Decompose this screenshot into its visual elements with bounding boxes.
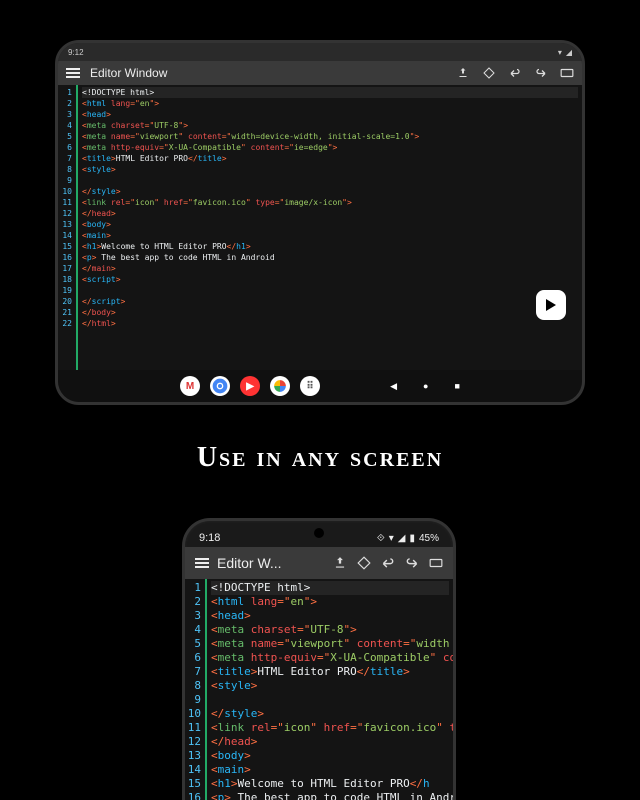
dock-app-youtube[interactable]: ▶ xyxy=(240,376,260,396)
signal-icon: ◢ xyxy=(398,533,406,544)
tablet-editor[interactable]: 1 2 3 4 5 6 7 8 9 10 11 12 13 14 15 16 1… xyxy=(58,85,582,370)
dock-app-drawer[interactable]: ⠿ xyxy=(300,376,320,396)
undo-icon[interactable] xyxy=(508,66,522,80)
overlap-icon[interactable] xyxy=(357,556,371,570)
dock-app-chrome[interactable] xyxy=(210,376,230,396)
tablet-titlebar: Editor Window xyxy=(58,61,582,85)
phone-editor[interactable]: 1 2 3 4 5 6 7 8 9 10 11 12 13 14 15 16 <… xyxy=(185,579,453,800)
phone-clock: 9:18 xyxy=(199,532,220,544)
nav-back-icon[interactable]: ◀ xyxy=(390,381,397,392)
tablet-statusbar: 9:12 ▾ ◢ xyxy=(58,43,582,61)
run-button[interactable] xyxy=(536,290,566,320)
wifi-icon: ▾ xyxy=(558,48,562,57)
menu-icon[interactable] xyxy=(66,68,80,78)
nav-home-icon[interactable]: ● xyxy=(423,381,428,392)
present-icon[interactable] xyxy=(560,66,574,80)
phone-title: Editor W... xyxy=(217,555,282,571)
redo-icon[interactable] xyxy=(534,66,548,80)
phone-titlebar: Editor W... xyxy=(185,547,453,579)
upload-icon[interactable] xyxy=(456,66,470,80)
nav-recent-icon[interactable]: ■ xyxy=(454,381,459,392)
tablet-line-gutter: 1 2 3 4 5 6 7 8 9 10 11 12 13 14 15 16 1… xyxy=(58,85,78,370)
tablet-clock: 9:12 xyxy=(68,48,84,57)
signal-icon: ◢ xyxy=(566,48,572,57)
battery-percent: 45% xyxy=(419,533,439,544)
phone-camera-notch xyxy=(314,528,324,538)
promo-caption: Use in any screen xyxy=(0,442,640,474)
tablet-dock: M ▶ ⠿ ◀ ● ■ xyxy=(58,370,582,402)
nfc-icon: ⟐ xyxy=(377,533,385,544)
redo-icon[interactable] xyxy=(405,556,419,570)
phone-code-area[interactable]: <!DOCTYPE html> <html lang="en"> <head> … xyxy=(207,579,453,800)
dock-app-gmail[interactable]: M xyxy=(180,376,200,396)
phone-line-gutter: 1 2 3 4 5 6 7 8 9 10 11 12 13 14 15 16 xyxy=(185,579,207,800)
tablet-code-area[interactable]: <!DOCTYPE html> <html lang="en"> <head> … xyxy=(78,85,582,370)
undo-icon[interactable] xyxy=(381,556,395,570)
dock-app-photos[interactable] xyxy=(270,376,290,396)
tablet-title: Editor Window xyxy=(90,66,446,80)
wifi-icon: ▾ xyxy=(389,533,394,544)
phone-device: 9:18 ⟐ ▾ ◢ ▮ 45% Editor W... 1 2 3 4 5 6… xyxy=(182,518,456,800)
play-icon xyxy=(546,299,556,311)
menu-icon[interactable] xyxy=(195,558,209,568)
present-icon[interactable] xyxy=(429,556,443,570)
upload-icon[interactable] xyxy=(333,556,347,570)
tablet-device: 9:12 ▾ ◢ Editor Window 1 2 3 4 5 6 7 8 9… xyxy=(55,40,585,405)
battery-icon: ▮ xyxy=(409,533,415,544)
overlap-icon[interactable] xyxy=(482,66,496,80)
